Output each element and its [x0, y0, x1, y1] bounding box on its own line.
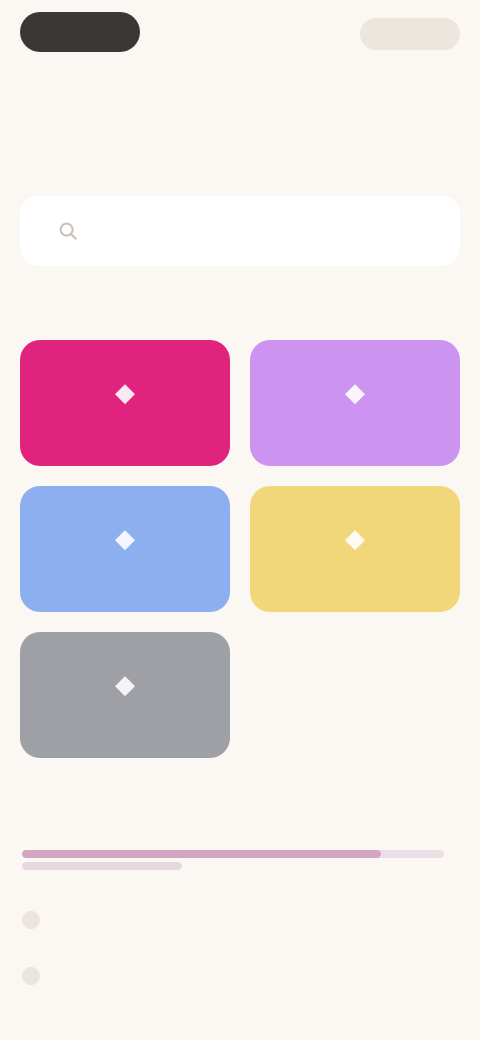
search-input[interactable] — [114, 222, 440, 240]
category-grid: ◆ ◆ ◆ ◆ ◆ — [20, 340, 460, 758]
action-button[interactable] — [360, 18, 460, 50]
list-item-icon — [22, 911, 40, 929]
category-tile[interactable]: ◆ — [20, 486, 230, 612]
category-tile[interactable]: ◆ — [20, 632, 230, 758]
category-tile[interactable]: ◆ — [250, 486, 460, 612]
category-tile[interactable]: ◆ — [20, 340, 230, 466]
progress-secondary-bar — [22, 862, 182, 870]
tile-icon: ◆ — [345, 523, 365, 553]
list-item-left — [22, 911, 50, 929]
progress-fill — [22, 850, 381, 858]
list-item[interactable] — [22, 900, 458, 940]
category-tile[interactable]: ◆ — [250, 340, 460, 466]
search-bar[interactable] — [20, 196, 460, 266]
tile-icon: ◆ — [115, 523, 135, 553]
list-item-icon — [22, 967, 40, 985]
list-item[interactable] — [22, 956, 458, 996]
search-icon — [40, 211, 96, 251]
list-header — [22, 792, 458, 820]
app-screen: ◆ ◆ ◆ ◆ ◆ — [0, 0, 480, 1040]
top-bar — [20, 8, 460, 54]
tile-icon: ◆ — [115, 669, 135, 699]
tile-icon: ◆ — [345, 377, 365, 407]
progress-bar — [22, 850, 444, 858]
back-button[interactable] — [20, 12, 140, 52]
tile-icon: ◆ — [115, 377, 135, 407]
list-item-left — [22, 967, 50, 985]
